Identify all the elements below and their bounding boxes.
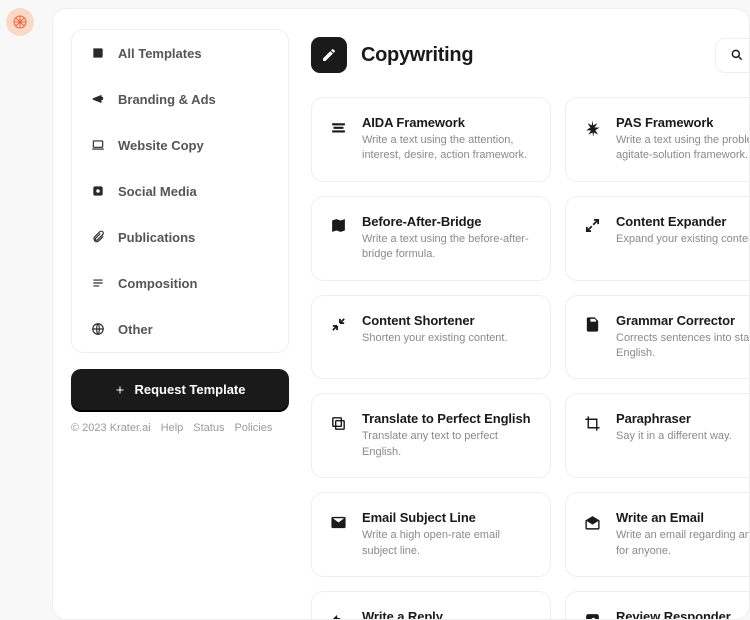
template-card-desc: Write a text using the problem-agitate-s… <box>616 133 750 164</box>
template-card[interactable]: Translate to Perfect English Translate an… <box>311 393 551 478</box>
reply-icon <box>328 611 348 620</box>
search-box[interactable] <box>715 38 750 73</box>
plus-icon <box>114 384 126 396</box>
paperclip-icon <box>90 229 106 245</box>
template-card[interactable]: Content Expander Expand your existing con… <box>565 196 750 281</box>
template-card-desc: Write an email regarding anything for an… <box>616 528 750 559</box>
template-card-body: Write a ReplyWrite a reply for anything. <box>362 609 534 620</box>
template-card-title: Translate to Perfect English <box>362 411 534 426</box>
sidebar-list: All Templates Branding & Ads Website Cop… <box>71 29 289 353</box>
template-card-body: Content Shortener Shorten your existing c… <box>362 313 534 346</box>
envelope-open-icon <box>582 512 602 532</box>
templates-icon <box>90 45 106 61</box>
template-card-title: PAS Framework <box>616 115 750 130</box>
sidebar-item-label: Website Copy <box>118 138 204 153</box>
template-card-body: Email Subject Line Write a high open-rate… <box>362 510 534 559</box>
content-title-wrap: Copywriting <box>311 37 473 73</box>
globe-icon <box>90 321 106 337</box>
sidebar-item-label: Other <box>118 322 153 337</box>
template-card-title: Content Shortener <box>362 313 534 328</box>
template-card[interactable]: Content Shortener Shorten your existing c… <box>311 295 551 380</box>
footer-link-help[interactable]: Help <box>161 422 184 434</box>
template-card-desc: Write a text using the before-after-brid… <box>362 232 534 263</box>
template-card[interactable]: Before-After-Bridge Write a text using th… <box>311 196 551 281</box>
template-card-body: Before-After-Bridge Write a text using th… <box>362 214 534 263</box>
doc-check-icon <box>582 315 602 335</box>
content-header: Copywriting <box>307 37 750 73</box>
template-card-title: Review Responder <box>616 609 750 620</box>
laptop-icon <box>90 137 106 153</box>
brand-logo <box>6 8 34 36</box>
share-icon <box>582 611 602 620</box>
footer-link-policies[interactable]: Policies <box>234 422 272 434</box>
sidebar-item-label: All Templates <box>118 46 202 61</box>
template-card-desc: Say it in a different way. <box>616 429 750 444</box>
template-card-body: Grammar Corrector Corrects sentences into… <box>616 313 750 362</box>
sidebar: All Templates Branding & Ads Website Cop… <box>53 9 307 619</box>
sidebar-item-publications[interactable]: Publications <box>72 214 288 260</box>
map-icon <box>328 216 348 236</box>
template-card[interactable]: Review ResponderQuickly and accurately r… <box>565 591 750 620</box>
template-card-desc: Shorten your existing content. <box>362 331 534 346</box>
template-card[interactable]: Paraphraser Say it in a different way. <box>565 393 750 478</box>
template-card-body: Write an Email Write an email regarding a… <box>616 510 750 559</box>
pencil-icon <box>311 37 347 73</box>
request-template-button[interactable]: Request Template <box>71 369 289 410</box>
sidebar-item-branding-ads[interactable]: Branding & Ads <box>72 76 288 122</box>
social-icon <box>90 183 106 199</box>
template-card-desc: Corrects sentences into standard English… <box>616 331 750 362</box>
request-template-label: Request Template <box>134 382 245 397</box>
envelope-icon <box>328 512 348 532</box>
template-card-desc: Write a text using the attention, intere… <box>362 133 534 164</box>
template-card-body: PAS Framework Write a text using the prob… <box>616 115 750 164</box>
template-card-title: Content Expander <box>616 214 750 229</box>
template-card-desc: Write a high open-rate email subject lin… <box>362 528 534 559</box>
template-card[interactable]: AIDA Framework Write a text using the att… <box>311 97 551 182</box>
megaphone-icon <box>90 91 106 107</box>
template-grid: AIDA Framework Write a text using the att… <box>307 97 750 620</box>
sidebar-item-website-copy[interactable]: Website Copy <box>72 122 288 168</box>
template-card[interactable]: Grammar Corrector Corrects sentences into… <box>565 295 750 380</box>
list-icon <box>90 275 106 291</box>
template-card[interactable]: Write an Email Write an email regarding a… <box>565 492 750 577</box>
page-title: Copywriting <box>361 44 473 67</box>
search-icon <box>730 48 744 62</box>
content: Copywriting AIDA Framework Write a text u… <box>307 9 750 619</box>
template-card-title: Write a Reply <box>362 609 534 620</box>
footer: © 2023 Krater.ai Help Status Policies <box>71 422 289 434</box>
sidebar-item-all-templates[interactable]: All Templates <box>72 30 288 76</box>
sidebar-item-label: Branding & Ads <box>118 92 216 107</box>
asterisk-icon <box>582 117 602 137</box>
template-card[interactable]: Email Subject Line Write a high open-rate… <box>311 492 551 577</box>
template-card-body: AIDA Framework Write a text using the att… <box>362 115 534 164</box>
template-card-title: Grammar Corrector <box>616 313 750 328</box>
template-card-desc: Expand your existing content. <box>616 232 750 247</box>
copy-icon <box>328 413 348 433</box>
sidebar-item-label: Social Media <box>118 184 197 199</box>
template-card[interactable]: PAS Framework Write a text using the prob… <box>565 97 750 182</box>
template-card-title: Paraphraser <box>616 411 750 426</box>
footer-copyright: © 2023 Krater.ai <box>71 422 151 434</box>
template-card-title: Email Subject Line <box>362 510 534 525</box>
sidebar-item-label: Publications <box>118 230 195 245</box>
sidebar-item-composition[interactable]: Composition <box>72 260 288 306</box>
template-card-title: Write an Email <box>616 510 750 525</box>
compress-icon <box>328 315 348 335</box>
template-card-body: Paraphraser Say it in a different way. <box>616 411 750 444</box>
template-card-body: Review ResponderQuickly and accurately r… <box>616 609 750 620</box>
bars-icon <box>328 117 348 137</box>
template-card-body: Content Expander Expand your existing con… <box>616 214 750 247</box>
sidebar-item-label: Composition <box>118 276 197 291</box>
expand-icon <box>582 216 602 236</box>
template-card-desc: Translate any text to perfect English. <box>362 429 534 460</box>
main-panel: All Templates Branding & Ads Website Cop… <box>52 8 750 620</box>
template-card-body: Translate to Perfect English Translate an… <box>362 411 534 460</box>
crop-icon <box>582 413 602 433</box>
sidebar-item-social-media[interactable]: Social Media <box>72 168 288 214</box>
template-card-title: AIDA Framework <box>362 115 534 130</box>
template-card-title: Before-After-Bridge <box>362 214 534 229</box>
footer-link-status[interactable]: Status <box>193 422 224 434</box>
template-card[interactable]: Write a ReplyWrite a reply for anything. <box>311 591 551 620</box>
sidebar-item-other[interactable]: Other <box>72 306 288 352</box>
